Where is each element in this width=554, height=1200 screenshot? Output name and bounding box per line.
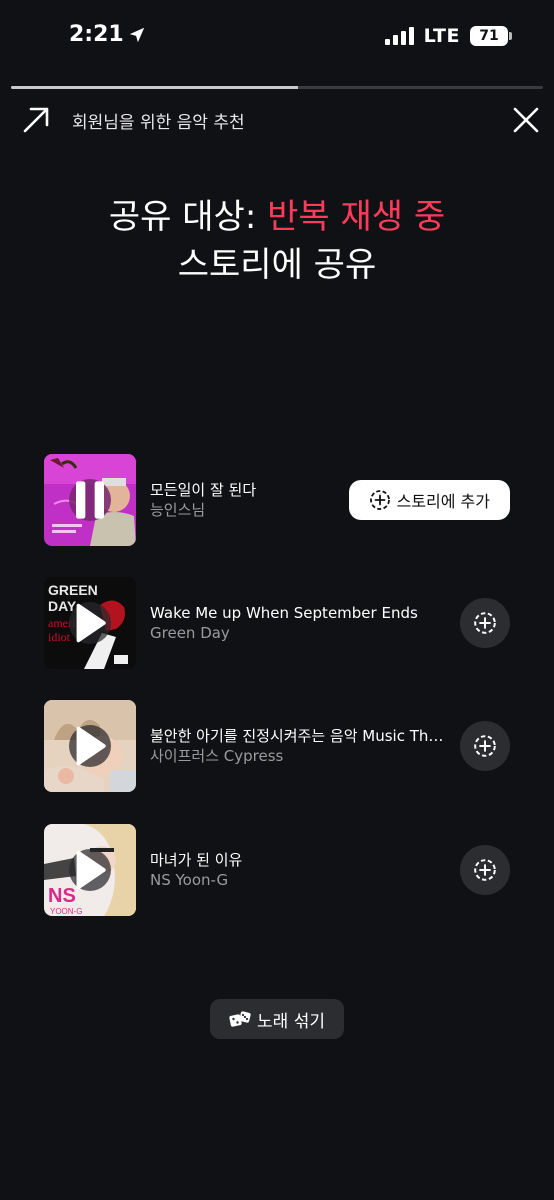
track-artist: NS Yoon-G <box>150 871 229 889</box>
play-button[interactable] <box>69 849 111 891</box>
album-art: GREEN DAY ameri idiot <box>44 577 136 669</box>
battery-level: 71 <box>479 28 499 44</box>
pause-icon <box>76 481 104 519</box>
play-button[interactable] <box>69 602 111 644</box>
track-title: 마녀가 된 이유 <box>150 851 243 869</box>
play-icon <box>76 850 106 890</box>
track-row[interactable]: GREEN DAY ameri idiot Wake Me up When Se… <box>44 577 514 669</box>
track-row[interactable]: NS YOON-G 마녀가 된 이유 NS Yoon-G <box>44 824 514 916</box>
svg-text:YOON-G: YOON-G <box>50 907 82 916</box>
location-arrow-icon <box>129 27 144 42</box>
play-icon <box>76 603 106 643</box>
add-to-story-button[interactable] <box>460 598 510 648</box>
add-circle-icon <box>474 612 496 634</box>
track-artist: 사이프러스 Cypress <box>150 747 284 765</box>
page-heading: 공유 대상: 반복 재생 중 스토리에 공유 <box>0 193 554 289</box>
pause-button[interactable] <box>69 479 111 521</box>
add-to-story-button[interactable] <box>460 721 510 771</box>
album-art <box>44 700 136 792</box>
story-progress-fill <box>11 86 299 89</box>
network-label: LTE <box>423 25 460 47</box>
track-row[interactable]: 모든일이 잘 된다 능인스님 스토리에 추가 <box>44 454 514 546</box>
svg-text:idiot: idiot <box>48 630 71 644</box>
svg-text:GREEN: GREEN <box>48 582 98 598</box>
dice-icon <box>229 1011 251 1027</box>
header-title: 회원님을 위한 음악 추천 <box>72 113 245 133</box>
battery-icon: 71 <box>470 26 512 46</box>
status-right: LTE 71 <box>384 25 512 47</box>
time-text: 2:21 <box>69 22 124 47</box>
track-info: 마녀가 된 이유 NS Yoon-G <box>150 850 450 890</box>
album-art: NS YOON-G <box>44 824 136 916</box>
heading-line-1: 공유 대상: 반복 재생 중 <box>0 193 554 241</box>
story-progress-bar <box>11 86 543 89</box>
shuffle-songs-button[interactable]: 노래 섞기 <box>210 999 344 1039</box>
add-circle-icon <box>474 859 496 881</box>
status-time: 2:21 <box>69 22 146 47</box>
add-circle-icon <box>369 490 390 510</box>
track-title: Wake Me up When September Ends <box>150 604 418 622</box>
cellular-signal-icon <box>384 27 414 45</box>
share-arrow-icon[interactable] <box>20 104 52 136</box>
shuffle-label: 노래 섞기 <box>257 1011 325 1032</box>
album-art <box>44 454 136 546</box>
add-to-story-button[interactable]: 스토리에 추가 <box>348 480 510 520</box>
track-info: 불안한 아기를 진정시켜주는 음악 Music That Calms Anxio… <box>150 726 450 766</box>
heading-accent: 반복 재생 중 <box>267 197 446 237</box>
add-to-story-button[interactable] <box>460 845 510 895</box>
add-to-story-label: 스토리에 추가 <box>396 492 490 511</box>
status-bar: 2:21 LTE 71 <box>0 0 554 76</box>
close-icon[interactable] <box>510 104 542 136</box>
heading-prefix: 공유 대상: <box>108 197 268 237</box>
play-icon <box>76 726 106 766</box>
track-row[interactable]: 불안한 아기를 진정시켜주는 음악 Music That Calms Anxio… <box>44 700 514 792</box>
track-info: Wake Me up When September Ends Green Day <box>150 603 450 643</box>
heading-line-2: 스토리에 공유 <box>177 245 377 285</box>
track-title: 불안한 아기를 진정시켜주는 음악 Music That Calms Anxio… <box>150 727 450 745</box>
play-button[interactable] <box>69 725 111 767</box>
track-artist: Green Day <box>150 624 230 642</box>
add-circle-icon <box>474 735 496 757</box>
